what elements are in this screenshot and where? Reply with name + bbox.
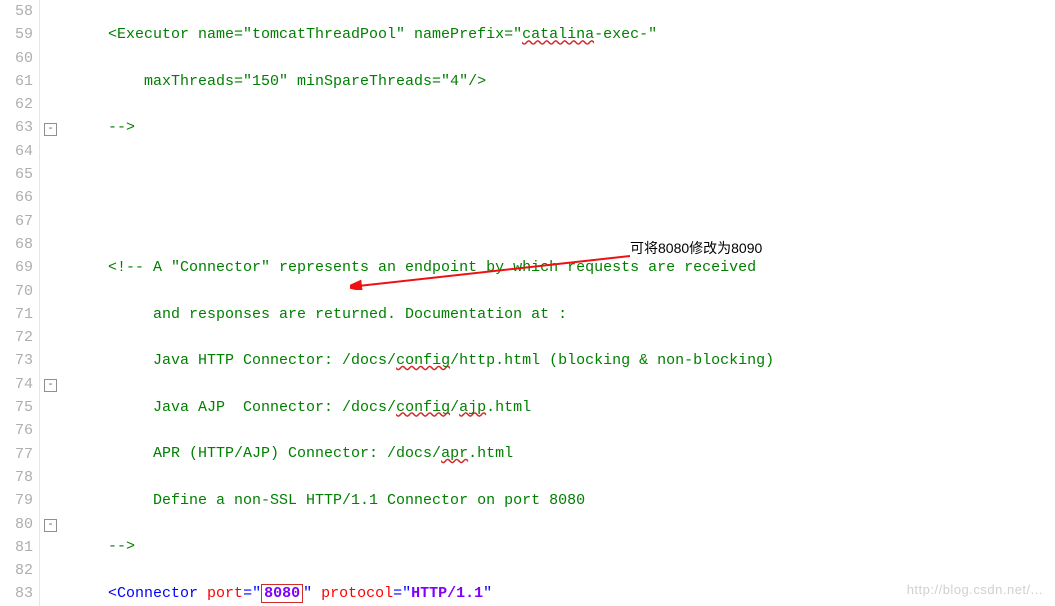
code-text: maxThreads="150" minSpareThreads="4"/> <box>72 73 486 90</box>
code-text: /http.html (blocking & non-blocking) <box>450 352 774 369</box>
code-text: " <box>483 585 492 602</box>
spelling-error: ajp <box>459 399 486 416</box>
code-area[interactable]: <Executor name="tomcatThreadPool" namePr… <box>68 0 1055 606</box>
attr-value: HTTP/1.1 <box>411 585 483 602</box>
line-number: 80 <box>0 513 33 536</box>
code-text: -exec-" <box>594 26 657 43</box>
line-number: 79 <box>0 489 33 512</box>
attr-name: protocol <box>321 585 393 602</box>
line-number: 73 <box>0 349 33 372</box>
annotation-text: 可将8080修改为8090 <box>630 238 762 260</box>
highlighted-port-value: 8080 <box>261 584 303 603</box>
line-number: 78 <box>0 466 33 489</box>
line-number: 71 <box>0 303 33 326</box>
spelling-error: apr <box>441 445 468 462</box>
code-text: / <box>450 399 459 416</box>
line-number: 68 <box>0 233 33 256</box>
line-number: 72 <box>0 326 33 349</box>
line-number: 77 <box>0 443 33 466</box>
line-number: 58 <box>0 0 33 23</box>
fold-toggle-icon[interactable]: - <box>44 123 57 136</box>
line-number: 66 <box>0 186 33 209</box>
watermark-text: http://blog.csdn.net/... <box>907 580 1043 600</box>
code-text: =" <box>393 585 411 602</box>
code-text <box>198 585 207 602</box>
line-number: 69 <box>0 256 33 279</box>
line-number: 61 <box>0 70 33 93</box>
line-number: 81 <box>0 536 33 559</box>
spelling-error: config <box>396 352 450 369</box>
line-number: 83 <box>0 582 33 605</box>
line-number: 64 <box>0 140 33 163</box>
line-number: 75 <box>0 396 33 419</box>
spelling-error: catalina <box>522 26 594 43</box>
line-number: 70 <box>0 280 33 303</box>
tag-name: Connector <box>117 585 198 602</box>
line-number: 67 <box>0 210 33 233</box>
code-editor[interactable]: 58 59 60 61 62 63 64 65 66 67 68 69 70 7… <box>0 0 1055 606</box>
code-text: " <box>303 585 321 602</box>
code-text: --> <box>72 119 135 136</box>
line-number: 76 <box>0 419 33 442</box>
line-number: 63 <box>0 116 33 139</box>
code-text: APR (HTTP/AJP) Connector: /docs/ <box>72 445 441 462</box>
code-text: --> <box>72 538 135 555</box>
line-number: 65 <box>0 163 33 186</box>
fold-column: - - - <box>40 0 68 606</box>
fold-toggle-icon[interactable]: - <box>44 519 57 532</box>
code-text: =" <box>243 585 261 602</box>
fold-toggle-icon[interactable]: - <box>44 379 57 392</box>
line-number: 60 <box>0 47 33 70</box>
spelling-error: config <box>396 399 450 416</box>
line-number-gutter: 58 59 60 61 62 63 64 65 66 67 68 69 70 7… <box>0 0 40 606</box>
code-text: <!-- A "Connector" represents an endpoin… <box>72 259 756 276</box>
line-number: 59 <box>0 23 33 46</box>
code-text: and responses are returned. Documentatio… <box>72 306 567 323</box>
line-number: 62 <box>0 93 33 116</box>
line-number: 82 <box>0 559 33 582</box>
code-text: .html <box>486 399 531 416</box>
attr-name: port <box>207 585 243 602</box>
code-text: .html <box>468 445 513 462</box>
code-text: Define a non-SSL HTTP/1.1 Connector on p… <box>72 492 585 509</box>
code-text: Java AJP Connector: /docs/ <box>72 399 396 416</box>
tag-open: < <box>72 585 117 602</box>
line-number: 74 <box>0 373 33 396</box>
code-text: <Executor name="tomcatThreadPool" namePr… <box>72 26 522 43</box>
code-text: Java HTTP Connector: /docs/ <box>72 352 396 369</box>
